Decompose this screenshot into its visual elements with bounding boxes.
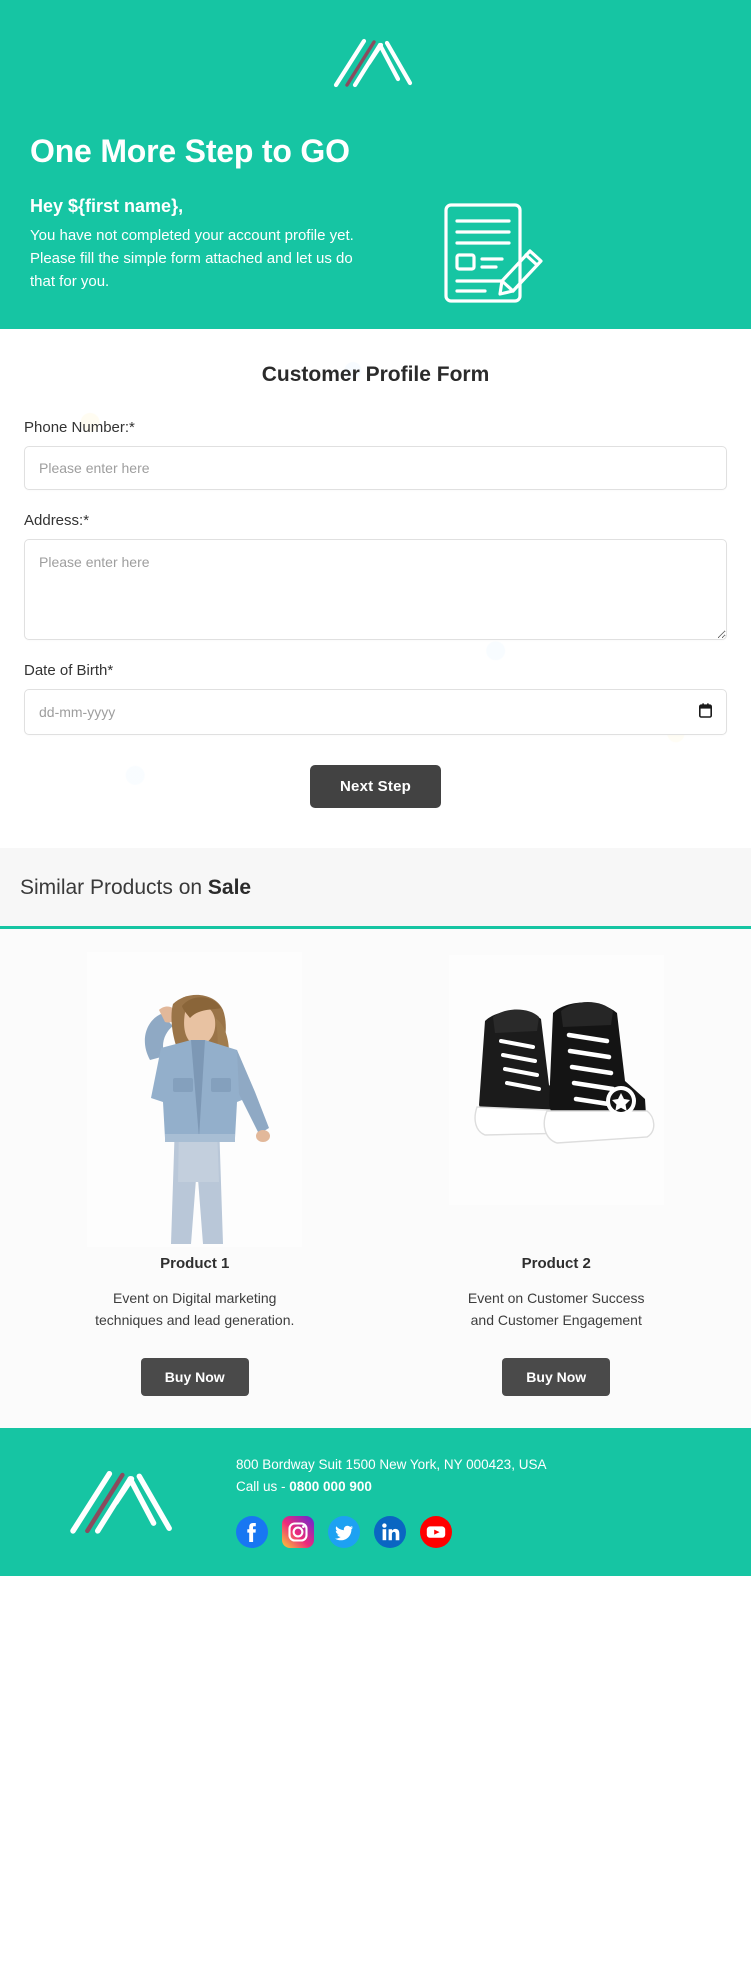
hero-body-line-2: Please fill the simple form attached and… [30,249,353,267]
phone-number-input[interactable] [24,446,727,491]
instagram-icon[interactable] [282,1516,314,1549]
hero-illustration [430,195,555,307]
form-actions: Next Step [24,765,727,809]
form-with-pencil-icon [443,203,543,303]
date-of-birth-label: Date of Birth* [24,662,114,680]
date-of-birth-input[interactable]: dd-mm-yyyy [24,689,727,736]
field-date-of-birth: Date of Birth* dd-mm-yyyy [24,662,727,736]
products-grid: Product 1 Event on Digital marketing tec… [14,947,738,1396]
woman-in-denim-jacket-photo [22,947,368,1248]
product-1-buy-now-button[interactable]: Buy Now [140,1357,249,1396]
phone-number-label: Phone Number:* [24,419,135,437]
black-high-top-sneakers-photo [384,947,730,1247]
hero-body-line-3: that for you. [30,273,110,291]
hero-section: One More Step to GO Hey ${first name}, Y… [0,0,751,330]
product-2-desc-line-1: Event on Customer Success [467,1290,645,1307]
next-step-button[interactable]: Next Step [310,765,441,809]
hero-body-row: Hey ${first name}, You have not complete… [30,195,721,307]
product-2-title: Product 2 [521,1255,591,1273]
products-heading-bold: Sale [207,876,252,900]
product-1-title: Product 1 [160,1255,230,1273]
products-card: Product 1 Event on Digital marketing tec… [0,926,751,1428]
hero-body-text: You have not completed your account prof… [30,224,420,294]
social-links [236,1516,731,1549]
hero-title: One More Step to GO [30,133,350,169]
product-2-description: Event on Customer Success and Customer E… [431,1288,681,1331]
footer-phone: 0800 000 900 [289,1478,372,1494]
date-of-birth-placeholder: dd-mm-yyyy [39,704,116,721]
footer-address-block: 800 Bordway Suit 1500 New York, NY 00042… [236,1454,731,1499]
email-template: One More Step to GO Hey ${first name}, Y… [0,0,751,1577]
address-label: Address:* [24,512,90,530]
footer-section: 800 Bordway Suit 1500 New York, NY 00042… [0,1427,751,1577]
hero-copy: Hey ${first name}, You have not complete… [30,195,430,293]
linkedin-icon[interactable] [374,1516,406,1549]
product-1-desc-line-2: techniques and lead generation. [95,1311,295,1328]
footer-logo [20,1462,230,1540]
company-logo-mark-icon [70,1470,172,1534]
address-textarea[interactable] [24,539,727,641]
products-heading: Similar Products on Sale [0,848,751,926]
twitter-icon[interactable] [328,1516,360,1549]
company-logo-mark-icon [333,38,412,88]
customer-profile-form-section: Customer Profile Form Phone Number:* Add… [0,329,751,849]
product-1-description: Event on Digital marketing techniques an… [70,1288,320,1331]
field-phone-number: Phone Number:* [24,419,727,491]
footer-call-prefix: Call us - [236,1478,290,1494]
form-heading: Customer Profile Form [261,363,490,387]
footer-address: 800 Bordway Suit 1500 New York, NY 00042… [236,1456,547,1472]
facebook-icon[interactable] [236,1516,268,1549]
footer-content: 800 Bordway Suit 1500 New York, NY 00042… [230,1454,731,1549]
product-card-2: Product 2 Event on Customer Success and … [376,947,738,1396]
field-address: Address:* [24,512,727,641]
product-card-1: Product 1 Event on Digital marketing tec… [14,947,376,1396]
product-2-desc-line-2: and Customer Engagement [470,1311,642,1328]
youtube-icon[interactable] [420,1516,452,1549]
calendar-icon[interactable] [699,703,712,721]
similar-products-section: Similar Products on Sale Product 1 Event… [0,848,751,1428]
hero-body-line-1: You have not completed your account prof… [30,226,354,244]
product-2-buy-now-button[interactable]: Buy Now [502,1357,611,1396]
hero-logo [30,26,721,98]
products-heading-normal: Similar Products on [20,876,208,900]
product-1-desc-line-1: Event on Digital marketing [113,1290,277,1307]
hero-greeting: Hey ${first name}, [30,196,184,217]
